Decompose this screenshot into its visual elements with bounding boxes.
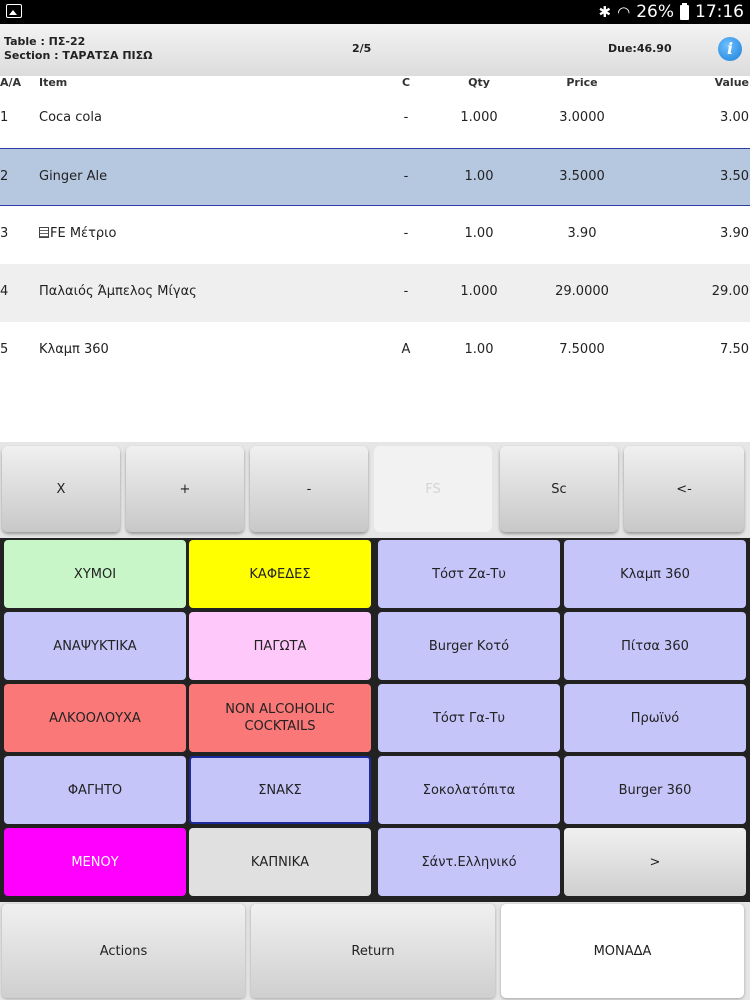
table-row[interactable]: 5 Κλαμπ 360 A 1.00 7.5000 7.50 — [0, 322, 750, 380]
product-button[interactable]: Σοκολατόπιτα — [378, 756, 560, 824]
row-price: 3.5000 — [559, 169, 605, 184]
row-aa: 3 — [0, 226, 9, 241]
category-button[interactable]: ΚΑΠΝΙΚΑ — [189, 828, 371, 896]
row-c: - — [403, 226, 409, 241]
row-value: 7.50 — [720, 342, 749, 357]
category-button[interactable]: NON ALCOHOLIC COCKTAILS — [189, 684, 371, 752]
fs-button[interactable]: FS — [374, 446, 492, 532]
unit-button[interactable]: ΜΟΝΑΔΑ — [501, 904, 744, 998]
table-row[interactable]: 3 FE Μέτριο - 1.00 3.90 3.90 — [0, 206, 750, 264]
footer-bar: Actions Return ΜΟΝΑΔΑ — [0, 902, 750, 1000]
col-item: Item — [39, 76, 68, 89]
category-button[interactable]: ΑΛΚΟΟΛΟΥΧΑ — [4, 684, 186, 752]
clock: 17:16 — [695, 2, 744, 22]
gallery-icon — [6, 4, 22, 18]
category-button[interactable]: ΠΑΓΩΤΑ — [189, 612, 371, 680]
row-aa: 2 — [0, 169, 9, 184]
row-item: Κλαμπ 360 — [39, 342, 109, 357]
order-header: Table : ΠΣ-22 Section : ΤΑΡΑΤΣΑ ΠΙΣΩ 2/5… — [0, 24, 750, 76]
col-value: Value — [714, 76, 749, 89]
next-page-button[interactable]: > — [564, 828, 746, 896]
row-qty: 1.000 — [460, 284, 498, 299]
row-qty: 1.00 — [464, 169, 494, 184]
row-price: 3.90 — [567, 226, 597, 241]
row-price: 3.0000 — [559, 110, 605, 125]
row-c: - — [403, 284, 409, 299]
due-amount: Due:46.90 — [608, 42, 672, 55]
row-item-with-note: FE Μέτριο — [39, 226, 117, 241]
return-button[interactable]: Return — [251, 904, 495, 998]
category-button[interactable]: ΧΥΜΟΙ — [4, 540, 186, 608]
row-value: 3.90 — [720, 226, 749, 241]
product-button[interactable]: Πίτσα 360 — [564, 612, 746, 680]
sc-button[interactable]: Sc — [500, 446, 618, 532]
row-item: Παλαιός Άμπελος Μίγας — [39, 284, 197, 299]
product-button[interactable]: Σάντ.Ελληνικό — [378, 828, 560, 896]
table-row-selected[interactable]: 2 Ginger Ale - 1.00 3.5000 3.50 — [0, 148, 750, 206]
row-c: - — [403, 110, 409, 125]
row-qty: 1.000 — [460, 110, 498, 125]
table-header: A/A Item C Qty Price Value — [0, 76, 750, 90]
category-button[interactable]: ΦΑΓΗΤΟ — [4, 756, 186, 824]
row-qty: 1.00 — [464, 342, 494, 357]
backspace-button[interactable]: <- — [624, 446, 744, 532]
product-button[interactable]: Burger 360 — [564, 756, 746, 824]
note-icon — [39, 227, 49, 238]
status-bar: ✱ ◠ 26% 17:16 — [0, 0, 750, 24]
increment-button[interactable]: + — [126, 446, 244, 532]
product-button[interactable]: Τόστ Ζα-Τυ — [378, 540, 560, 608]
row-aa: 4 — [0, 284, 9, 299]
section-label: Section : ΤΑΡΑΤΣΑ ΠΙΣΩ — [4, 49, 153, 62]
row-c: A — [401, 342, 411, 357]
decrement-button[interactable]: - — [250, 446, 368, 532]
product-button[interactable]: Burger Κοτό — [378, 612, 560, 680]
row-aa: 1 — [0, 110, 9, 125]
row-item: Coca cola — [39, 110, 102, 125]
row-value: 3.50 — [720, 169, 749, 184]
edit-keypad: X + - FS Sc <- — [0, 442, 750, 538]
bluetooth-icon: ✱ — [598, 3, 612, 21]
row-c: - — [403, 169, 409, 184]
row-qty: 1.00 — [464, 226, 494, 241]
page-indicator: 2/5 — [352, 42, 372, 55]
actions-button[interactable]: Actions — [2, 904, 245, 998]
row-value: 3.00 — [720, 110, 749, 125]
battery-percent: 26% — [636, 2, 674, 22]
row-price: 7.5000 — [559, 342, 605, 357]
col-aa: A/A — [0, 76, 22, 89]
product-button[interactable]: Κλαμπ 360 — [564, 540, 746, 608]
product-button[interactable]: Πρωϊνό — [564, 684, 746, 752]
table-row[interactable]: 4 Παλαιός Άμπελος Μίγας - 1.000 29.0000 … — [0, 264, 750, 322]
wifi-icon: ◠ — [617, 3, 631, 21]
product-button[interactable]: Τόστ Γα-Τυ — [378, 684, 560, 752]
info-icon[interactable]: i — [718, 37, 742, 61]
table-label: Table : ΠΣ-22 — [4, 35, 86, 48]
category-button[interactable]: ΑΝΑΨΥΚΤΙΚΑ — [4, 612, 186, 680]
battery-icon — [680, 2, 689, 20]
col-price: Price — [566, 76, 598, 89]
row-item-text: FE Μέτριο — [50, 226, 117, 241]
table-row[interactable]: 1 Coca cola - 1.000 3.0000 3.00 — [0, 90, 750, 148]
category-button[interactable]: ΜΕΝΟΥ — [4, 828, 186, 896]
delete-item-button[interactable]: X — [2, 446, 120, 532]
row-value: 29.00 — [711, 284, 749, 299]
order-table: A/A Item C Qty Price Value 1 Coca cola -… — [0, 76, 750, 442]
col-qty: Qty — [468, 76, 490, 89]
row-price: 29.0000 — [555, 284, 609, 299]
menu-grid: ΧΥΜΟΙ ΚΑΦΕΔΕΣ ΑΝΑΨΥΚΤΙΚΑ ΠΑΓΩΤΑ ΑΛΚΟΟΛΟΥ… — [0, 538, 750, 902]
category-button[interactable]: ΚΑΦΕΔΕΣ — [189, 540, 371, 608]
col-c: C — [401, 76, 411, 89]
row-aa: 5 — [0, 342, 9, 357]
category-button-selected[interactable]: ΣΝΑΚΣ — [189, 756, 371, 824]
row-item: Ginger Ale — [39, 169, 108, 184]
